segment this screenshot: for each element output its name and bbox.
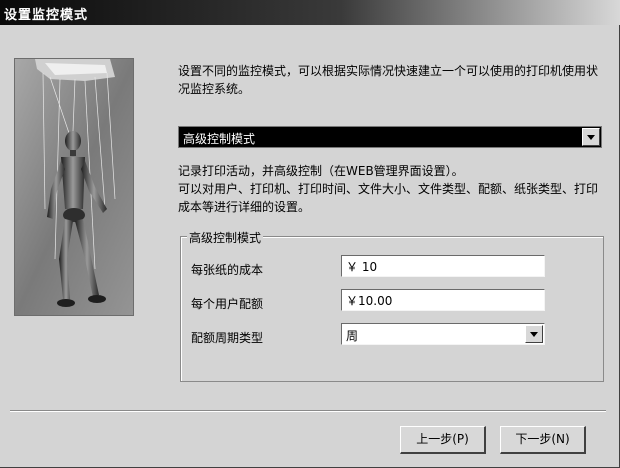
cost-per-sheet-label: 每张纸的成本 (191, 263, 264, 277)
footer-separator (10, 410, 606, 412)
quota-period-selected: 周 (346, 329, 359, 343)
setup-dialog: 设置监控模式 设置不同的监控模式，可以根据实际情况快速建立一个可以使用的打印机使… (0, 0, 620, 468)
monitor-mode-select[interactable]: 高级控制模式 (178, 126, 602, 148)
cost-per-sheet-input[interactable] (342, 256, 530, 276)
next-button[interactable]: 下一步(N) (500, 426, 586, 454)
user-quota-input[interactable] (342, 290, 530, 310)
window-title: 设置监控模式 (4, 8, 89, 23)
group-title: 高级控制模式 (187, 229, 264, 246)
cost-per-sheet-field[interactable] (341, 255, 545, 277)
chevron-down-icon (530, 332, 538, 337)
mode-description: 记录打印活动，并高级控制（在WEB管理界面设置）。 可以对用户、打印机、打印时间… (178, 162, 608, 216)
chevron-down-icon (587, 135, 595, 140)
back-button[interactable]: 上一步(P) (400, 426, 486, 454)
quota-period-select[interactable]: 周 (341, 323, 545, 345)
user-quota-field[interactable] (341, 289, 545, 311)
dropdown-button[interactable] (582, 128, 600, 146)
description-line-1: 记录打印活动，并高级控制（在WEB管理界面设置）。 (178, 164, 464, 178)
intro-text: 设置不同的监控模式，可以根据实际情况快速建立一个可以使用的打印机使用状况监控系统… (178, 64, 599, 96)
description-line-2: 可以对用户、打印机、打印时间、文件大小、文件类型、配额、纸张类型、打印成本等进行… (178, 182, 599, 214)
title-bar[interactable]: 设置监控模式 (0, 0, 620, 25)
monitor-mode-selected: 高级控制模式 (183, 132, 256, 146)
puppet-illustration (14, 58, 134, 316)
user-quota-label: 每个用户配额 (191, 297, 264, 311)
quota-period-dropdown-button[interactable] (525, 325, 543, 343)
advanced-control-group: 高级控制模式 每张纸的成本 每个用户配额 配额周期类型 周 (180, 229, 604, 382)
quota-period-label: 配额周期类型 (191, 331, 264, 345)
